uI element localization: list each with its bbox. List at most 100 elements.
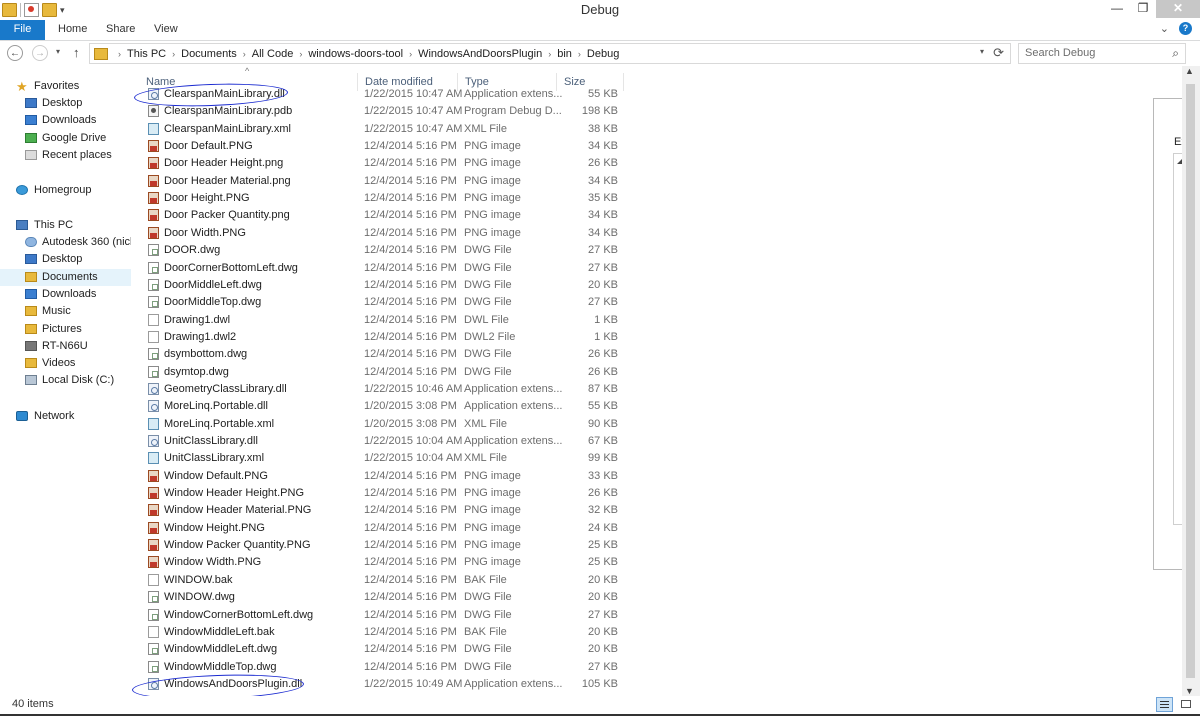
scroll-up-arrow-icon[interactable]: ▲ (1185, 66, 1194, 76)
file-size: 26 KB (588, 487, 618, 500)
breadcrumb-item[interactable]: This PC (127, 48, 166, 60)
title-bar: ▾ Debug — ❐ ✕ (0, 0, 1200, 20)
nav-item[interactable]: Downloads (0, 112, 131, 129)
table-row[interactable]: DoorMiddleTop.dwg 12/4/2014 5:16 PM DWG Fi… (139, 294, 629, 311)
file-type: DWG File (464, 608, 512, 621)
table-row[interactable]: Drawing1.dwl2 12/4/2014 5:16 PM DWL2 File 1… (139, 329, 629, 346)
table-row[interactable]: DoorMiddleLeft.dwg 12/4/2014 5:16 PM DWG F… (139, 277, 629, 294)
back-button[interactable]: ← (7, 45, 23, 61)
restore-button[interactable]: ❐ (1130, 0, 1156, 18)
table-row[interactable]: ClearspanMainLibrary.dll 1/22/2015 10:47 … (139, 86, 629, 103)
nav-item[interactable]: Videos (0, 355, 131, 372)
breadcrumb-item[interactable]: windows-doors-tool (308, 48, 403, 60)
breadcrumb-item[interactable]: All Code (252, 48, 294, 60)
nav-item[interactable]: Pictures (0, 321, 131, 338)
up-button[interactable]: ↑ (73, 45, 80, 60)
tab-home[interactable]: Home (58, 20, 87, 40)
nav-item[interactable]: Recent places (0, 147, 131, 164)
tab-file[interactable]: File (0, 20, 45, 40)
table-row[interactable]: GeometryClassLibrary.dll 1/22/2015 10:46 … (139, 381, 629, 398)
table-row[interactable]: Drawing1.dwl 12/4/2014 5:16 PM DWL File 1 K… (139, 312, 629, 329)
forward-button[interactable]: → (32, 45, 48, 61)
file-type: PNG image (464, 487, 521, 500)
table-row[interactable]: Door Header Height.png 12/4/2014 5:16 PM P… (139, 155, 629, 172)
nav-item[interactable]: Desktop (0, 95, 131, 112)
close-button[interactable]: ✕ (1156, 0, 1200, 18)
table-row[interactable]: DoorCornerBottomLeft.dwg 12/4/2014 5:16 P… (139, 260, 629, 277)
breadcrumb-item[interactable]: WindowsAndDoorsPlugin (418, 48, 542, 60)
details-view-icon[interactable] (1156, 697, 1173, 712)
table-row[interactable]: dsymbottom.dwg 12/4/2014 5:16 PM DWG File 2… (139, 346, 629, 363)
table-row[interactable]: ClearspanMainLibrary.pdb 1/22/2015 10:47 … (139, 103, 629, 120)
breadcrumb-separator-icon[interactable]: › (299, 49, 302, 59)
table-row[interactable]: WindowMiddleLeft.dwg 12/4/2014 5:16 PM DWG… (139, 641, 629, 658)
table-row[interactable]: Window Height.PNG 12/4/2014 5:16 PM PNG im… (139, 520, 629, 537)
table-row[interactable]: Door Header Material.png 12/4/2014 5:16 P… (139, 173, 629, 190)
address-dropdown[interactable]: ▾ (980, 47, 984, 56)
table-row[interactable]: WINDOW.bak 12/4/2014 5:16 PM BAK File 20 KB (139, 572, 629, 589)
nav-item[interactable]: Music (0, 303, 131, 320)
file-name: WindowMiddleTop.dwg (164, 660, 277, 673)
nav-favorites[interactable]: ★ Favorites (0, 78, 131, 95)
table-row[interactable]: ClearspanMainLibrary.xml 1/22/2015 10:47 … (139, 121, 629, 138)
table-row[interactable]: UnitClassLibrary.xml 1/22/2015 10:04 AM XM… (139, 450, 629, 467)
nav-network[interactable]: Network (0, 408, 131, 425)
nav-item[interactable]: Documents (0, 268, 131, 286)
file-name: Door Header Height.png (164, 157, 284, 170)
table-row[interactable]: Door Height.PNG 12/4/2014 5:16 PM PNG imag… (139, 190, 629, 207)
expand-ribbon-icon[interactable]: ⌄ (1160, 22, 1169, 35)
refresh-icon[interactable]: ⟳ (993, 45, 1004, 61)
table-row[interactable]: Door Packer Quantity.png 12/4/2014 5:16 P… (139, 207, 629, 224)
search-input[interactable]: Search Debug ⌕ (1018, 43, 1186, 64)
scroll-down-arrow-icon[interactable]: ▼ (1185, 686, 1194, 696)
table-row[interactable]: Window Packer Quantity.PNG 12/4/2014 5:16… (139, 537, 629, 554)
table-row[interactable]: UnitClassLibrary.dll 1/22/2015 10:04 AM Ap… (139, 433, 629, 450)
table-row[interactable]: WindowMiddleLeft.bak 12/4/2014 5:16 PM BAK… (139, 624, 629, 641)
nav-item[interactable]: Google Drive (0, 130, 131, 147)
address-bar[interactable]: › This PC › Documents › All Code › windows-door… (89, 43, 1011, 64)
tab-share[interactable]: Share (106, 20, 135, 40)
help-icon[interactable]: ? (1179, 22, 1192, 35)
file-type: XML File (464, 122, 507, 135)
nav-item[interactable]: RT-N66U (0, 338, 131, 355)
search-icon[interactable]: ⌕ (1172, 46, 1179, 61)
scrollbar-thumb[interactable] (1186, 84, 1195, 678)
nav-item[interactable]: Desktop (0, 251, 131, 268)
nav-item[interactable]: Downloads (0, 286, 131, 303)
breadcrumb-item[interactable]: bin (557, 48, 572, 60)
minimize-button[interactable]: — (1104, 0, 1130, 18)
table-row[interactable]: Door Width.PNG 12/4/2014 5:16 PM PNG image… (139, 225, 629, 242)
nav-item[interactable]: Local Disk (C:) (0, 372, 131, 389)
table-row[interactable]: MoreLinq.Portable.xml 1/20/2015 3:08 PM XM… (139, 416, 629, 433)
table-row[interactable]: Window Default.PNG 12/4/2014 5:16 PM PNG i… (139, 468, 629, 485)
table-row[interactable]: Window Width.PNG 12/4/2014 5:16 PM PNG ima… (139, 554, 629, 571)
table-row[interactable]: WindowsAndDoorsPlugin.dll 1/22/2015 10:49… (139, 676, 629, 693)
breadcrumb-separator-icon[interactable]: › (409, 49, 412, 59)
table-row[interactable]: dsymtop.dwg 12/4/2014 5:16 PM DWG File 26 K… (139, 364, 629, 381)
table-row[interactable]: WindowMiddleTop.dwg 12/4/2014 5:16 PM DWG … (139, 659, 629, 676)
file-list: ^ Name Date modified Type Size Clearspan… (139, 66, 629, 696)
table-row[interactable]: WINDOW.dwg 12/4/2014 5:16 PM DWG File 20 KB (139, 589, 629, 606)
recent-locations-dropdown[interactable]: ▾ (56, 47, 60, 56)
table-row[interactable]: MoreLinq.Portable.dll 1/20/2015 3:08 PM Ap… (139, 398, 629, 415)
table-row[interactable]: DOOR.dwg 12/4/2014 5:16 PM DWG File 27 KB (139, 242, 629, 259)
table-row[interactable]: Window Header Height.PNG 12/4/2014 5:16 P… (139, 485, 629, 502)
ribbon: File Home Share View ⌄ ? (0, 20, 1200, 41)
nav-homegroup[interactable]: Homegroup (0, 182, 131, 199)
breadcrumb-separator-icon[interactable]: › (118, 49, 121, 59)
vertical-scrollbar[interactable]: ▲ ▼ (1182, 66, 1200, 696)
table-row[interactable]: WindowCornerBottomLeft.dwg 12/4/2014 5:16… (139, 607, 629, 624)
nav-this-pc[interactable]: This PC (0, 217, 131, 234)
table-row[interactable]: Door Default.PNG 12/4/2014 5:16 PM PNG ima… (139, 138, 629, 155)
breadcrumb-separator-icon[interactable]: › (548, 49, 551, 59)
breadcrumb-separator-icon[interactable]: › (578, 49, 581, 59)
breadcrumb-item[interactable]: Debug (587, 48, 619, 60)
file-date-modified: 12/4/2014 5:16 PM (364, 591, 457, 604)
table-row[interactable]: Window Header Material.PNG 12/4/2014 5:16… (139, 502, 629, 519)
breadcrumb-separator-icon[interactable]: › (172, 49, 175, 59)
tab-view[interactable]: View (154, 20, 178, 40)
breadcrumb-item[interactable]: Documents (181, 48, 237, 60)
breadcrumb-separator-icon[interactable]: › (243, 49, 246, 59)
nav-item[interactable]: Autodesk 360 (nickg (0, 234, 131, 251)
large-icons-view-icon[interactable] (1178, 697, 1195, 712)
